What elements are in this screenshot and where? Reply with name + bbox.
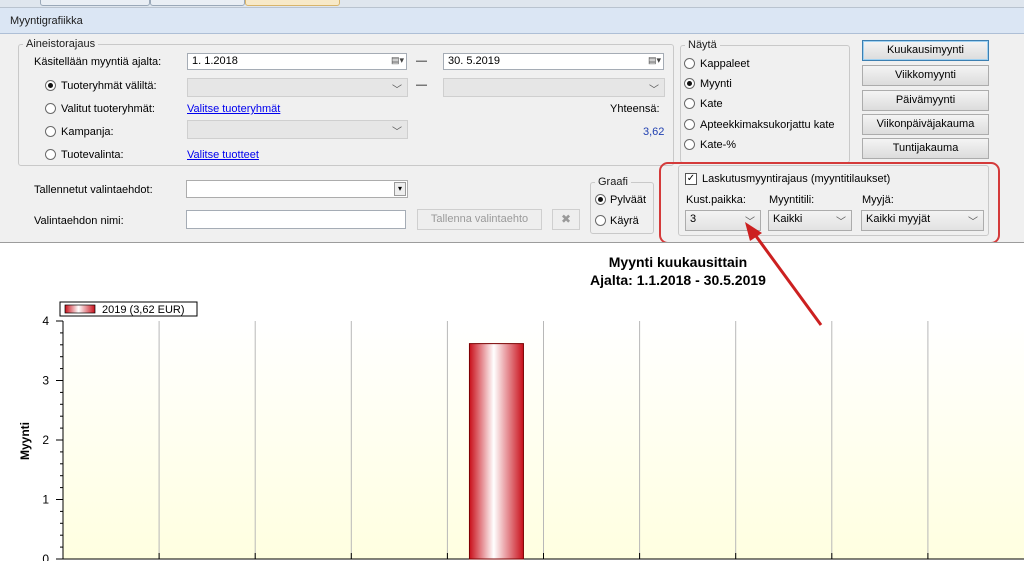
top-tab-strip — [0, 0, 1024, 8]
yhteensa-label: Yhteensä: — [610, 103, 660, 115]
chart-subtitle: Ajalta: 1.1.2018 - 30.5.2019 — [590, 272, 766, 288]
myynti-radio[interactable] — [684, 78, 695, 89]
chevron-down-icon: ﹀ — [392, 127, 402, 138]
kappaleet-label: Kappaleet — [700, 58, 750, 70]
tab-hidden-active[interactable] — [245, 0, 340, 6]
valitut-tuoteryhmat-label: Valitut tuoteryhmät: — [61, 103, 155, 115]
tallenna-valintaehto-button[interactable]: Tallenna valintaehto — [417, 209, 542, 230]
valintaehdon-nimi-label: Valintaehdon nimi: — [34, 215, 124, 227]
date-from-field[interactable]: 1. 1.2018 ▤▾ — [187, 53, 407, 70]
window-title: Myyntigrafiikka — [10, 15, 83, 27]
nayta-legend: Näytä — [688, 39, 717, 51]
tallennetut-label: Tallennetut valintaehdot: — [34, 184, 153, 196]
date-separator: — — [416, 55, 427, 67]
graafi-legend: Graafi — [598, 176, 628, 188]
highlight-annotation — [659, 162, 1000, 244]
kate-prosentti-label: Kate-% — [700, 139, 737, 151]
plot-area: 0 1 2 3 4 — [42, 314, 1024, 561]
calendar-dropdown-icon[interactable]: ▤▾ — [648, 55, 661, 66]
chevron-down-icon: ﹀ — [392, 85, 402, 96]
date-from-value: 1. 1.2018 — [192, 55, 238, 67]
calendar-dropdown-icon[interactable]: ▤▾ — [391, 55, 404, 66]
tuoteryhmat-valilta-label: Tuoteryhmät väliltä: — [61, 80, 157, 92]
tuotevalinta-label: Tuotevalinta: — [61, 149, 124, 161]
kappaleet-radio[interactable] — [684, 58, 695, 69]
sales-chart: Myynti kuukausittain Ajalta: 1.1.2018 - … — [18, 254, 1024, 561]
kate-prosentti-radio[interactable] — [684, 139, 695, 150]
kuukausimyynti-button[interactable]: Kuukausimyynti — [862, 40, 989, 61]
kampanja-label: Kampanja: — [61, 126, 114, 138]
tuoteryhmat-valilta-radio[interactable] — [45, 80, 56, 91]
dropdown-arrow-icon: ▾ — [394, 182, 406, 196]
valitse-tuotteet-link[interactable]: Valitse tuotteet — [187, 149, 259, 161]
y-tick-label: 4 — [42, 314, 49, 328]
tuoteryhma-separator: — — [416, 79, 427, 91]
chevron-down-icon: ﹀ — [649, 85, 659, 96]
tab-hidden-2[interactable] — [150, 0, 245, 6]
bar-2019 — [468, 343, 524, 560]
y-tick-label: 3 — [42, 374, 49, 388]
viikonpaivajakauma-button[interactable]: Viikonpäiväjakauma — [862, 114, 989, 135]
kayra-radio[interactable] — [595, 215, 606, 226]
myynti-label: Myynti — [700, 78, 732, 90]
kampanja-radio[interactable] — [45, 126, 56, 137]
chart-title: Myynti kuukausittain — [609, 254, 747, 270]
viikkomyynti-button[interactable]: Viikkomyynti — [862, 65, 989, 86]
tuntijakauma-button[interactable]: Tuntijakauma — [862, 138, 989, 159]
tuoteryhma-from-select[interactable]: ﹀ — [187, 78, 408, 97]
window-titlebar: Myyntigrafiikka — [0, 8, 1024, 34]
date-to-value: 30. 5.2019 — [448, 55, 500, 67]
y-tick-label: 0 — [42, 552, 49, 561]
tuotevalinta-radio[interactable] — [45, 149, 56, 160]
y-axis-label: Myynti — [18, 422, 32, 460]
aineistorajaus-legend: Aineistorajaus — [26, 38, 96, 50]
kayra-label: Käyrä — [610, 215, 639, 227]
valitse-tuoteryhmat-link[interactable]: Valitse tuoteryhmät — [187, 103, 280, 115]
date-range-label: Käsitellään myyntiä ajalta: — [34, 56, 162, 68]
legend-swatch — [64, 304, 96, 314]
pylvaat-radio[interactable] — [595, 194, 606, 205]
valintaehdon-nimi-input[interactable] — [186, 210, 406, 229]
kate-radio[interactable] — [684, 98, 695, 109]
y-tick-label: 2 — [42, 433, 49, 447]
apteekkimaksukorjattu-kate-label: Apteekkimaksukorjattu kate — [700, 119, 835, 131]
yhteensa-value: 3,62 — [643, 126, 665, 138]
date-to-field[interactable]: 30. 5.2019 ▤▾ — [443, 53, 664, 70]
delete-icon[interactable]: ✖ — [552, 209, 580, 230]
chart-legend: 2019 (3,62 EUR) — [59, 301, 198, 317]
kampanja-select[interactable]: ﹀ — [187, 120, 408, 139]
chart-area: Myynti kuukausittain Ajalta: 1.1.2018 - … — [0, 242, 1024, 561]
legend-label: 2019 (3,62 EUR) — [102, 304, 185, 316]
valitut-tuoteryhmat-radio[interactable] — [45, 103, 56, 114]
apteekkimaksukorjattu-kate-radio[interactable] — [684, 119, 695, 130]
kate-label: Kate — [700, 98, 723, 110]
tuoteryhma-to-select[interactable]: ﹀ — [443, 78, 665, 97]
pylvaat-label: Pylväät — [610, 194, 647, 206]
y-tick-label: 1 — [42, 493, 49, 507]
tab-hidden-1[interactable] — [40, 0, 150, 6]
paivamyynti-button[interactable]: Päivämyynti — [862, 90, 989, 111]
tallennetut-select[interactable]: ▾ — [186, 180, 408, 198]
